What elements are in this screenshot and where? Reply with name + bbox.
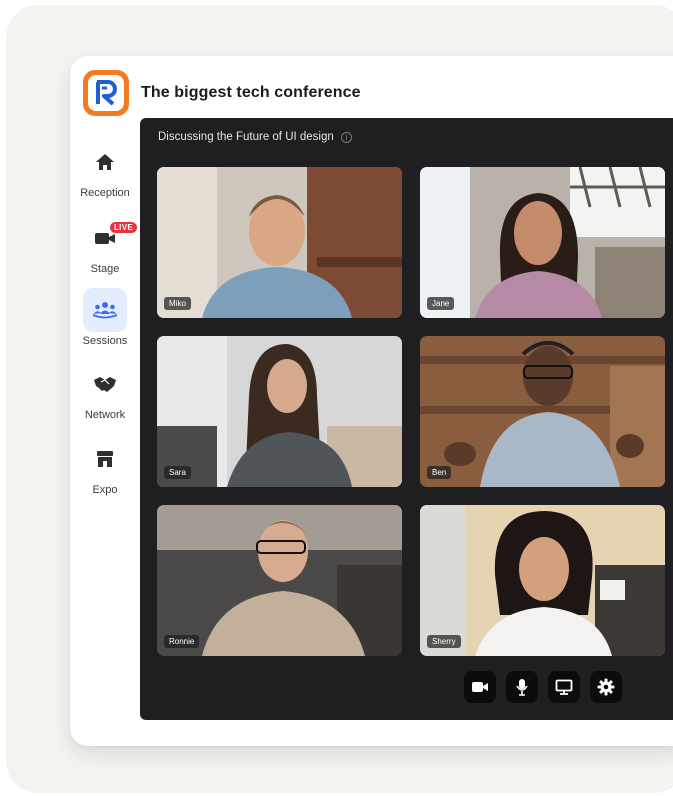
participant-video-image <box>420 505 665 656</box>
participant-video-image <box>157 167 402 318</box>
screen-share-button[interactable] <box>548 671 580 703</box>
participant-name: Sherry <box>427 635 461 648</box>
participant-name: Ben <box>427 466 452 479</box>
app-logo[interactable] <box>83 70 129 116</box>
video-tile-ben[interactable]: Ben <box>420 336 665 487</box>
app-title: The biggest tech conference <box>141 84 361 101</box>
logo-r-icon <box>96 80 117 106</box>
storefront-icon <box>83 437 127 481</box>
participant-name: Ronnie <box>164 635 200 648</box>
sidebar-item-reception[interactable]: Reception <box>76 140 134 199</box>
video-tile-sara[interactable]: Sara <box>157 336 402 487</box>
participant-video-image <box>420 167 665 318</box>
session-title: Discussing the Future of UI design i <box>158 131 352 143</box>
participant-name: Jane <box>427 297 455 310</box>
video-tile-jane[interactable]: Jane <box>420 167 665 318</box>
sidebar-item-label: Stage <box>90 263 120 275</box>
participant-video-image <box>157 505 402 656</box>
participant-name: Sara <box>164 466 191 479</box>
live-badge: LIVE <box>109 221 138 234</box>
home-icon <box>83 140 127 184</box>
microphone-icon <box>516 679 528 696</box>
participant-name: Miko <box>164 297 191 310</box>
people-icon <box>83 288 127 332</box>
video-tile-ronnie[interactable]: Ronnie <box>157 505 402 656</box>
camera-icon: LIVE <box>83 216 138 260</box>
sidebar-item-label: Reception <box>80 187 130 199</box>
participant-video-image <box>157 336 402 487</box>
sidebar-item-sessions[interactable]: Sessions <box>76 288 134 347</box>
sidebar-item-label: Network <box>84 409 126 421</box>
video-camera-icon <box>472 682 488 692</box>
microphone-toggle-button[interactable] <box>506 671 538 703</box>
participant-video-image <box>420 336 665 487</box>
video-tile-sherry[interactable]: Sherry <box>420 505 665 656</box>
sidebar-item-label: Expo <box>92 484 118 496</box>
sidebar-item-network[interactable]: Network <box>76 362 134 421</box>
sidebar-item-label: Sessions <box>82 335 128 347</box>
session-title-text: Discussing the Future of UI design <box>158 131 334 143</box>
settings-gear-icon <box>597 678 615 696</box>
handshake-icon <box>83 362 127 406</box>
screen-share-icon <box>555 679 573 695</box>
video-tile-miko[interactable]: Miko <box>157 167 402 318</box>
sidebar-item-expo[interactable]: Expo <box>76 437 134 496</box>
settings-button[interactable] <box>590 671 622 703</box>
camera-toggle-button[interactable] <box>464 671 496 703</box>
info-icon[interactable]: i <box>340 131 352 143</box>
sidebar-item-stage[interactable]: LIVE Stage <box>76 216 138 275</box>
